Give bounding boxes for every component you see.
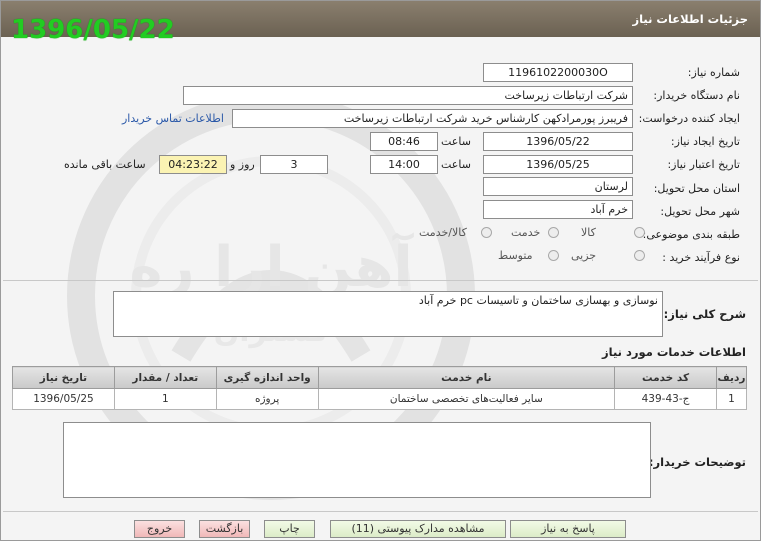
requester-label: ایجاد کننده درخواست: [638,112,740,125]
services-title: اطلاعات خدمات مورد نیاز [602,345,746,359]
date-stamp: 1396/05/22 [11,15,175,45]
divider-bottom [3,511,758,512]
buyer-notes-box [63,422,651,498]
valid-date-label: تاریخ اعتبار نیاز: [667,158,740,171]
need-number-label: شماره نیاز: [687,66,740,79]
exit-button[interactable]: خروج [134,520,185,538]
requester-field: فریبرز پورمرادکهن کارشناس خرید شرکت ارتب… [232,109,633,128]
valid-time-label: ساعت [441,158,471,171]
process-option-medium: متوسط [498,249,533,262]
province-field: لرستان [483,177,633,196]
table-row: 1396/05/25 1 پروژه سایر فعالیت‌های تخصصی… [12,388,748,410]
days-field: 3 [260,155,328,174]
category-radio-service[interactable] [548,227,559,238]
need-details-page: آهن ارا ره گستران جزئیات اطلاعات نیاز 13… [0,0,761,541]
col-service-name: نام خدمت [317,366,616,389]
buyer-notes-label: توضیحات خریدار: [648,455,746,469]
col-service-code: کد خدمت [614,366,717,389]
category-radio-both[interactable] [481,227,492,238]
process-radio-minor[interactable] [634,250,645,261]
city-field: خرم آباد [483,200,633,219]
cell-row: 1 [715,388,748,410]
remaining-time-field: 04:23:22 [159,155,227,174]
cell-need-date: 1396/05/25 [12,388,115,410]
category-option-both: کالا/خدمت [419,226,467,239]
created-date-label: تاریخ ایجاد نیاز: [670,135,740,148]
buyer-contact-link[interactable]: اطلاعات تماس خریدار [122,112,224,125]
valid-time-field: 14:00 [370,155,438,174]
general-desc-label: شرح کلی نیاز: [663,307,746,321]
col-quantity: تعداد / مقدار [113,366,217,389]
process-label: نوع فرآیند خرید : [662,251,740,264]
cell-service-name: سایر فعالیت‌های تخصصی ساختمان [317,388,616,410]
created-date-field: 1396/05/22 [483,132,633,151]
reply-button[interactable]: پاسخ به نیاز [510,520,626,538]
days-label: روز و [230,158,255,171]
back-button[interactable]: بازگشت [199,520,250,538]
cell-service-code: ج-43-439 [614,388,717,410]
col-need-date: تاریخ نیاز [12,366,115,389]
category-option-service: خدمت [511,226,541,239]
city-label: شهر محل تحویل: [660,205,740,218]
created-time-field: 08:46 [370,132,438,151]
valid-date-field: 1396/05/25 [483,155,633,174]
remaining-label: ساعت باقی مانده [64,158,146,171]
created-time-label: ساعت [441,135,471,148]
general-desc-text: نوسازی و بهسازی ساختمان و تاسیسات pc خرم… [418,294,658,307]
divider [3,280,758,281]
attachments-button[interactable]: مشاهده مدارک پیوستی (11) [330,520,506,538]
services-table: تاریخ نیاز تعداد / مقدار واحد اندازه گیر… [12,366,748,410]
cell-unit: پروژه [215,388,319,410]
general-desc-box: نوسازی و بهسازی ساختمان و تاسیسات pc خرم… [113,291,663,337]
need-number-field: 1196102200030O [483,63,633,82]
province-label: استان محل تحویل: [653,182,740,195]
col-unit: واحد اندازه گیری [215,366,319,389]
col-row: ردیف [715,366,748,389]
cell-quantity: 1 [113,388,217,410]
buyer-org-label: نام دستگاه خریدار: [653,89,740,102]
buyer-org-field: شرکت ارتباطات زیرساخت [183,86,633,105]
table-header-row: تاریخ نیاز تعداد / مقدار واحد اندازه گیر… [12,366,748,389]
process-option-minor: جزیی [571,249,597,262]
category-option-goods: کالا [581,226,596,239]
category-radio-goods[interactable] [634,227,645,238]
category-label: طبقه بندی موضوعی: [642,228,740,241]
print-button[interactable]: چاپ [264,520,315,538]
watermark-text: آهن ارا ره [129,232,414,300]
process-radio-medium[interactable] [548,250,559,261]
page-title: جزئیات اطلاعات نیاز [632,12,748,26]
